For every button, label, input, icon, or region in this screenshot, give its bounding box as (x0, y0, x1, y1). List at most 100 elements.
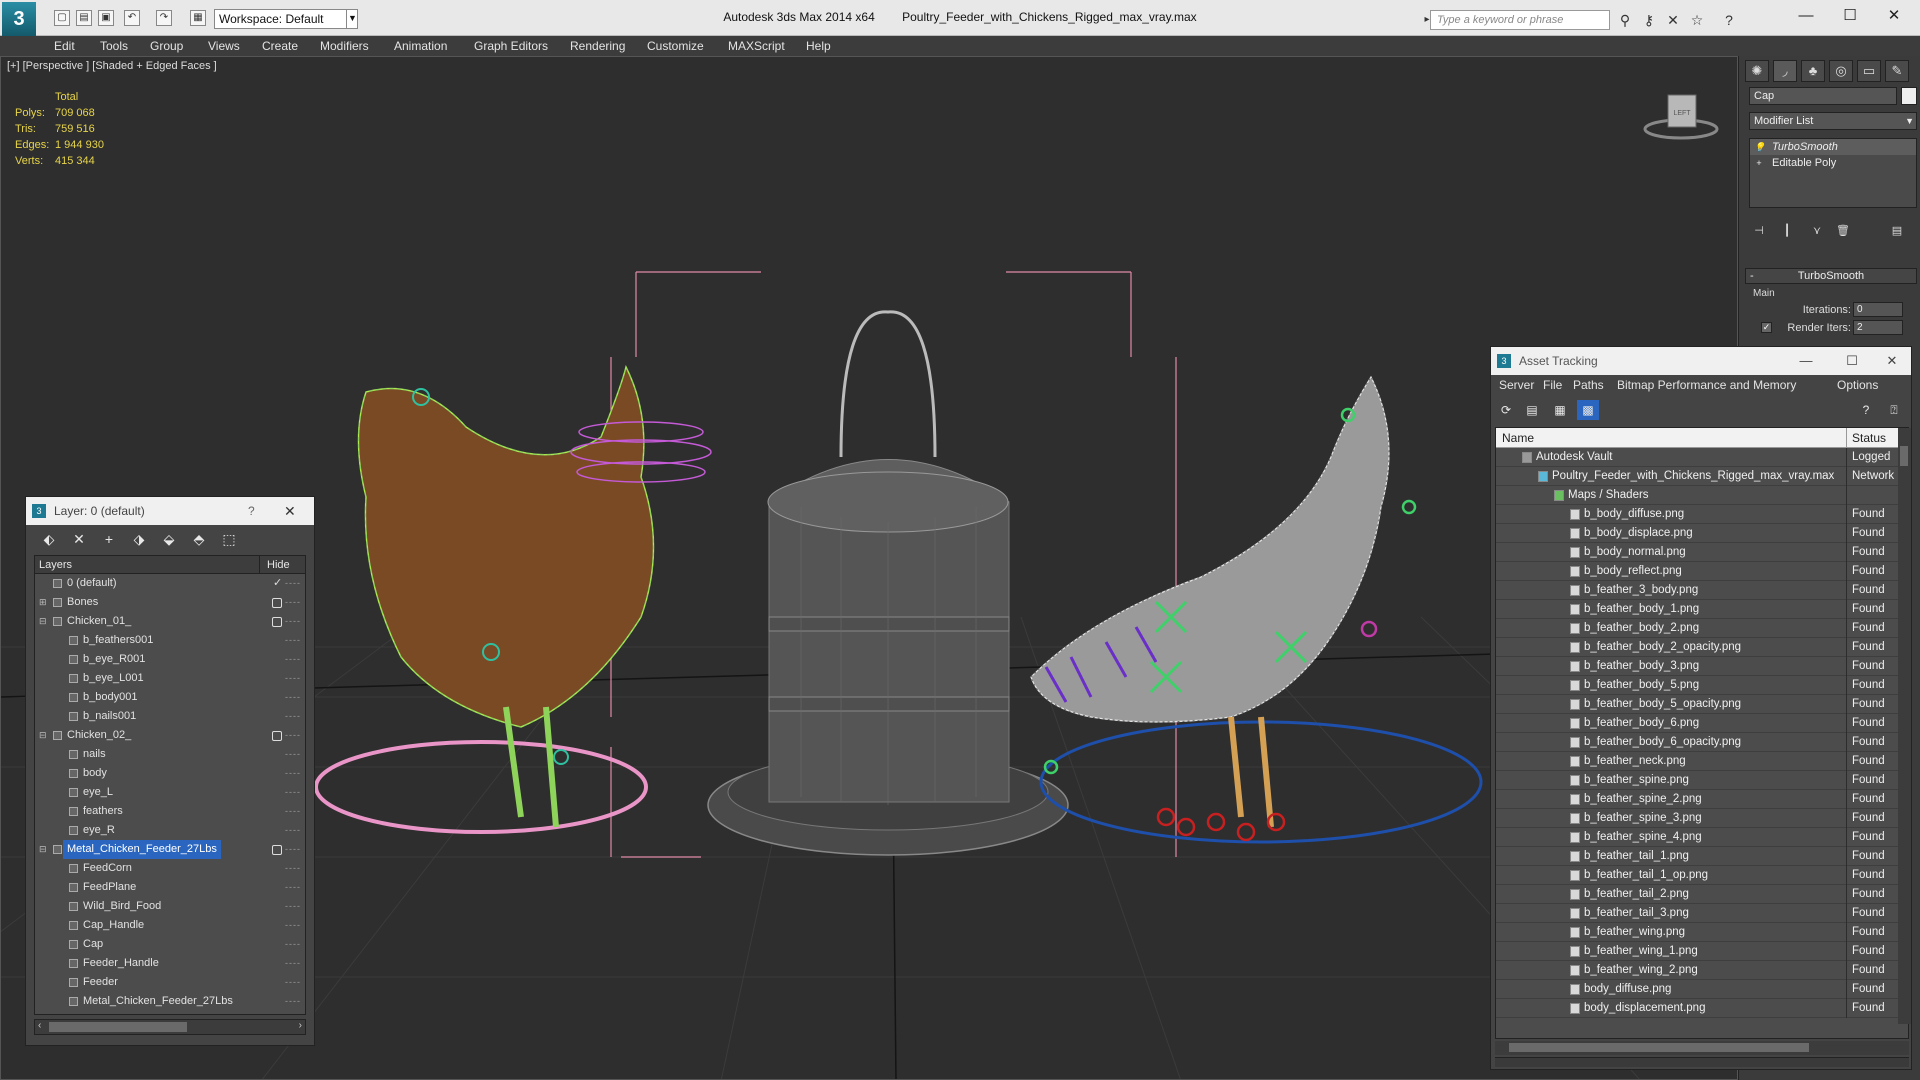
create-layer-icon[interactable]: ⬖ (38, 529, 60, 549)
collapse-minus-icon[interactable]: ⊟ (39, 840, 47, 859)
menu-options[interactable]: Options (1837, 378, 1878, 392)
display-tab-icon[interactable]: ▭ (1857, 60, 1881, 82)
hide-toggle[interactable] (272, 617, 282, 627)
object-row[interactable]: eye_R ---- (35, 821, 305, 840)
stack-item-turbosmooth[interactable]: 💡 TurboSmooth (1750, 139, 1916, 155)
configure-sets-icon[interactable]: ▤ (1887, 222, 1907, 240)
asset-row[interactable]: b_feather_neck.png Found (1496, 752, 1908, 771)
expand-plus-icon[interactable]: ⊞ (39, 593, 47, 612)
remove-modifier-icon[interactable]: 🗑 (1833, 222, 1853, 240)
scrollbar-thumb[interactable] (49, 1022, 187, 1032)
menu-tools[interactable]: Tools (100, 39, 128, 53)
asset-row[interactable]: b_feather_body_2.png Found (1496, 619, 1908, 638)
refresh-icon[interactable]: ⟳ (1495, 400, 1517, 420)
menu-bitmap-performance[interactable]: Bitmap Performance and Memory (1617, 378, 1796, 392)
object-row[interactable]: Metal_Chicken_Feeder_27Lbs ---- (35, 992, 305, 1011)
maximize-icon[interactable]: ☐ (1830, 4, 1870, 28)
binoculars-icon[interactable]: ⚲ (1616, 11, 1634, 29)
asset-row[interactable]: b_feather_spine.png Found (1496, 771, 1908, 790)
chicken-02-wireframe[interactable] (1030, 375, 1483, 844)
object-row[interactable]: b_nails001 ---- (35, 707, 305, 726)
object-row[interactable]: body ---- (35, 764, 305, 783)
scrollbar-thumb[interactable] (1509, 1043, 1809, 1052)
add-to-layer-icon[interactable]: + (98, 529, 120, 549)
viewport-label[interactable]: [+] [Perspective ] [Shaded + Edged Faces… (7, 60, 217, 72)
iterations-spinner[interactable]: 0 (1853, 302, 1903, 317)
column-header-hide[interactable]: Hide (267, 559, 290, 571)
hierarchy-tab-icon[interactable]: ♣ (1801, 60, 1825, 82)
create-tab-icon[interactable]: ✺ (1745, 60, 1769, 82)
active-layer-check-icon[interactable]: ✓ (273, 574, 282, 593)
menu-modifiers[interactable]: Modifiers (320, 39, 369, 53)
asset-row[interactable]: b_feather_tail_1.png Found (1496, 847, 1908, 866)
asset-row[interactable]: b_feather_wing_2.png Found (1496, 961, 1908, 980)
object-row[interactable]: Feeder ---- (35, 973, 305, 992)
object-row[interactable]: b_eye_R001 ---- (35, 650, 305, 669)
object-row[interactable]: Cap_Handle ---- (35, 916, 305, 935)
asset-row[interactable]: body_diffuse.png Found (1496, 980, 1908, 999)
hide-toggle[interactable] (272, 845, 282, 855)
object-row[interactable]: Wild_Bird_Food ---- (35, 897, 305, 916)
menu-graph-editors[interactable]: Graph Editors (474, 39, 548, 53)
hide-toggle[interactable] (272, 598, 282, 608)
scroll-left-icon[interactable]: ‹ (38, 1020, 41, 1031)
asset-row[interactable]: b_feather_tail_3.png Found (1496, 904, 1908, 923)
utilities-tab-icon[interactable]: ✎ (1885, 60, 1909, 82)
menu-customize[interactable]: Customize (647, 39, 704, 53)
asset-row[interactable]: b_body_displace.png Found (1496, 524, 1908, 543)
layer-row[interactable]: ⊞ Bones ---- (35, 593, 305, 612)
menu-help[interactable]: Help (806, 39, 831, 53)
asset-row[interactable]: b_feather_body_5.png Found (1496, 676, 1908, 695)
freeze-all-icon[interactable]: ⬚ (218, 529, 240, 549)
column-header-name[interactable]: Name (1502, 431, 1534, 445)
favorites-star-icon[interactable]: ☆ (1688, 11, 1706, 29)
object-row[interactable]: b_body001 ---- (35, 688, 305, 707)
asset-row[interactable]: b_feather_3_body.png Found (1496, 581, 1908, 600)
menu-rendering[interactable]: Rendering (570, 39, 625, 53)
subscription-icon[interactable]: ⚷ (1640, 11, 1658, 29)
layer-row[interactable]: ⊟ Chicken_01_ ---- (35, 612, 305, 631)
pin-stack-icon[interactable]: ⊣ (1749, 222, 1769, 240)
minimize-icon[interactable]: — (1786, 4, 1826, 28)
modify-tab-icon[interactable]: ◞ (1773, 60, 1797, 82)
minimize-icon[interactable]: — (1791, 347, 1821, 375)
close-icon[interactable]: ✕ (1877, 347, 1907, 375)
asset-row-scene-file[interactable]: Poultry_Feeder_with_Chickens_Rigged_max_… (1496, 467, 1908, 486)
asset-row[interactable]: body_displacement.png Found (1496, 999, 1908, 1018)
menu-create[interactable]: Create (262, 39, 298, 53)
object-name-field[interactable]: Cap (1749, 87, 1897, 105)
layer-window-titlebar[interactable]: 3 Layer: 0 (default) ? ✕ (26, 497, 314, 525)
vault-help-icon[interactable]: ⍰ (1883, 400, 1905, 420)
render-iters-checkbox[interactable]: ✓ (1761, 322, 1772, 333)
close-icon[interactable]: ✕ (1874, 4, 1914, 28)
layer-row[interactable]: ⊟ Chicken_02_ ---- (35, 726, 305, 745)
object-row[interactable]: Feeder_Handle ---- (35, 954, 305, 973)
asset-row[interactable]: b_feather_tail_1_op.png Found (1496, 866, 1908, 885)
menu-views[interactable]: Views (208, 39, 240, 53)
menu-animation[interactable]: Animation (394, 39, 447, 53)
asset-row[interactable]: b_feather_body_5_opacity.png Found (1496, 695, 1908, 714)
make-unique-icon[interactable]: ⋎ (1807, 222, 1827, 240)
render-iters-spinner[interactable]: 2 (1853, 320, 1903, 335)
list-view-icon[interactable]: ▤ (1521, 400, 1543, 420)
chicken-01-wireframe[interactable] (314, 364, 712, 834)
object-row[interactable]: feathers ---- (35, 802, 305, 821)
asset-row[interactable]: b_feather_spine_2.png Found (1496, 790, 1908, 809)
rollout-header[interactable]: - TurboSmooth (1745, 268, 1917, 284)
vertical-scrollbar[interactable] (1898, 428, 1911, 1024)
expand-plus-icon[interactable]: + (1754, 158, 1764, 168)
horizontal-scrollbar[interactable] (1495, 1041, 1909, 1055)
communication-icon[interactable]: ✕ (1664, 11, 1682, 29)
search-input[interactable]: Type a keyword or phrase (1430, 10, 1610, 30)
menu-file[interactable]: File (1543, 378, 1562, 392)
maximize-icon[interactable]: ☐ (1837, 347, 1867, 375)
asset-row-vault[interactable]: Autodesk Vault Logged (1496, 448, 1908, 467)
asset-row[interactable]: b_feather_body_6.png Found (1496, 714, 1908, 733)
menu-group[interactable]: Group (150, 39, 183, 53)
help-icon[interactable]: ? (248, 497, 255, 525)
object-row[interactable]: b_feathers001 ---- (35, 631, 305, 650)
asset-row[interactable]: b_feather_body_2_opacity.png Found (1496, 638, 1908, 657)
motion-tab-icon[interactable]: ◎ (1829, 60, 1853, 82)
grid-view-icon[interactable]: ▩ (1577, 400, 1599, 420)
horizontal-scrollbar[interactable]: ‹ › (34, 1019, 306, 1035)
